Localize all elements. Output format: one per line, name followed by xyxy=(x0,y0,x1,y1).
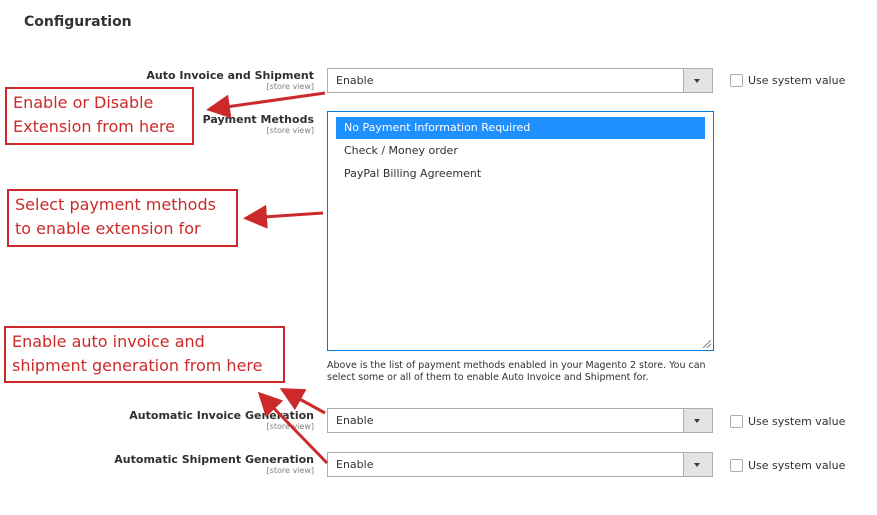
callout-enable-disable: Enable or Disable Extension from here xyxy=(5,87,194,145)
callout-payment-methods: Select payment methods to enable extensi… xyxy=(7,189,238,247)
payment-methods-note: Above is the list of payment methods ena… xyxy=(327,360,706,383)
automatic-shipment-generation-use-system-value[interactable]: Use system value xyxy=(730,459,845,472)
scope-label: [store view] xyxy=(266,466,314,475)
checkbox-label: Use system value xyxy=(748,74,846,87)
callout-line: Enable or Disable xyxy=(13,93,154,112)
callout-line: shipment generation from here xyxy=(12,356,263,375)
select-value: Enable xyxy=(336,74,374,87)
field-label: Payment Methods xyxy=(202,113,314,126)
auto-invoice-shipment-select[interactable]: Enable xyxy=(327,68,713,93)
payment-option-check-money-order[interactable]: Check / Money order xyxy=(336,140,705,162)
field-label: Automatic Invoice Generation xyxy=(129,409,314,422)
checkbox[interactable] xyxy=(730,459,743,472)
resize-handle-icon[interactable] xyxy=(703,340,711,348)
automatic-shipment-generation-select[interactable]: Enable xyxy=(327,452,713,477)
payment-option-no-payment-info[interactable]: No Payment Information Required xyxy=(336,117,705,139)
checkbox[interactable] xyxy=(730,415,743,428)
dropdown-arrow[interactable] xyxy=(683,69,712,92)
chevron-down-icon xyxy=(694,79,700,83)
select-value: Enable xyxy=(336,414,374,427)
chevron-down-icon xyxy=(694,463,700,467)
arrow-to-payment-methods xyxy=(243,204,324,229)
dropdown-arrow[interactable] xyxy=(683,409,712,432)
automatic-invoice-generation-select[interactable]: Enable xyxy=(327,408,713,433)
callout-line: Select payment methods xyxy=(15,195,216,214)
callout-auto-generation: Enable auto invoice and shipment generat… xyxy=(4,326,285,383)
payment-methods-multiselect[interactable]: No Payment Information Required Check / … xyxy=(327,111,714,351)
auto-invoice-shipment-use-system-value[interactable]: Use system value xyxy=(730,74,845,87)
dropdown-arrow[interactable] xyxy=(683,453,712,476)
scope-label: [store view] xyxy=(266,422,314,431)
scope-label: [store view] xyxy=(266,126,314,135)
automatic-invoice-generation-use-system-value[interactable]: Use system value xyxy=(730,415,845,428)
field-label: Automatic Shipment Generation xyxy=(114,453,314,466)
payment-option-paypal-billing[interactable]: PayPal Billing Agreement xyxy=(336,163,705,185)
select-value: Enable xyxy=(336,458,374,471)
arrow-to-enable-disable xyxy=(206,91,326,119)
chevron-down-icon xyxy=(694,419,700,423)
field-label: Auto Invoice and Shipment xyxy=(146,69,314,82)
automatic-invoice-generation-label: Automatic Invoice Generation [store view… xyxy=(129,409,314,431)
payment-methods-label: Payment Methods [store view] xyxy=(203,113,314,135)
checkbox-label: Use system value xyxy=(748,415,846,428)
page-title: Configuration xyxy=(24,14,132,30)
callout-line: Extension from here xyxy=(13,117,176,136)
callout-line: to enable extension for xyxy=(15,219,201,238)
checkbox-label: Use system value xyxy=(748,459,846,472)
checkbox[interactable] xyxy=(730,74,743,87)
callout-line: Enable auto invoice and xyxy=(12,332,205,351)
automatic-shipment-generation-label: Automatic Shipment Generation [store vie… xyxy=(114,453,314,475)
